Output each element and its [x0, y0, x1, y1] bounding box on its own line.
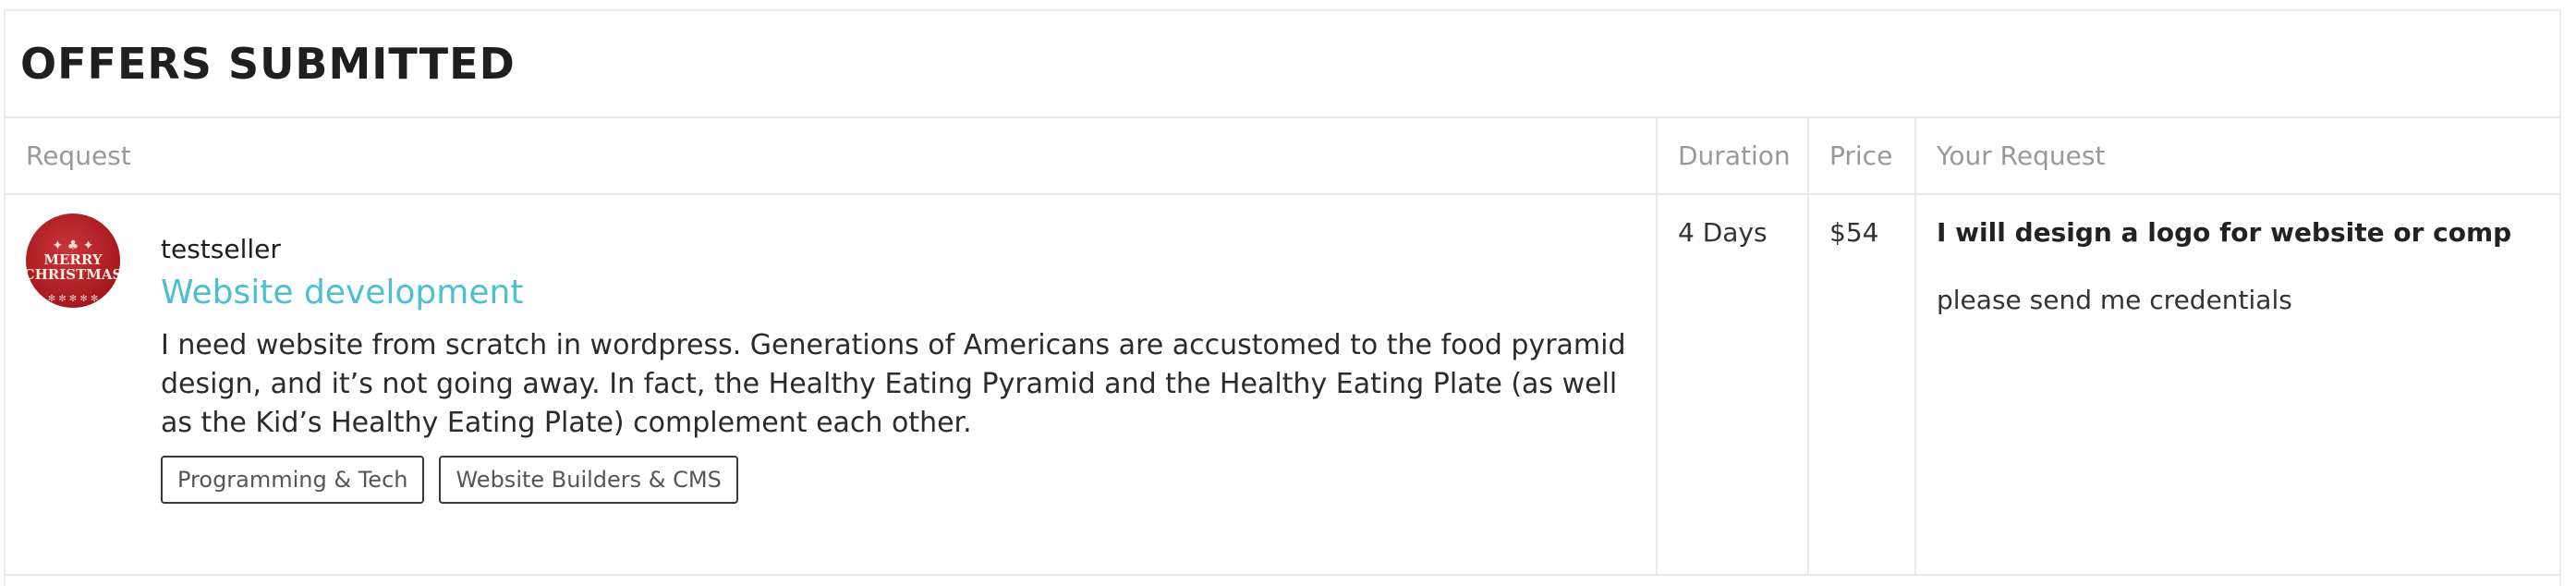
tree-icon: ✦ ♣ ✦ — [52, 238, 94, 253]
your-request-title: I will design a logo for website or comp — [1937, 217, 2512, 248]
category-tags: Programming & Tech Website Builders & CM… — [161, 456, 1635, 504]
seller-username[interactable]: testseller — [161, 234, 1635, 264]
offers-panel: OFFERS SUBMITTED Request Duration Price … — [4, 9, 2561, 586]
column-header-price: Price — [1807, 118, 1915, 195]
snowflake-icon: ✻ ✼ ✻ ✼ ✻ — [47, 294, 99, 304]
column-header-your-request: Your Request — [1914, 118, 2559, 195]
tag-website-builders-cms[interactable]: Website Builders & CMS — [439, 456, 738, 504]
duration-cell: 4 Days — [1656, 194, 1808, 576]
tag-programming-tech[interactable]: Programming & Tech — [161, 456, 425, 504]
request-description: I need website from scratch in wordpress… — [161, 329, 1626, 439]
request-title-link[interactable]: Website development — [161, 274, 1635, 311]
avatar-text-line2: CHRISTMAS — [26, 266, 120, 283]
table-header-row: Request Duration Price Your Request — [6, 118, 2559, 195]
column-header-request: Request — [6, 118, 1657, 195]
avatar[interactable]: ✦ ♣ ✦ MERRY CHRISTMAS ✻ ✼ ✻ ✼ ✻ — [26, 214, 120, 308]
your-request-message: please send me credentials — [1937, 285, 2292, 315]
offers-table: Request Duration Price Your Request ✦ ♣ … — [6, 118, 2559, 576]
section-title: OFFERS SUBMITTED — [20, 39, 516, 89]
column-header-duration: Duration — [1656, 118, 1808, 195]
section-header: OFFERS SUBMITTED — [6, 11, 2559, 118]
price-cell: $54 — [1807, 194, 1915, 576]
request-cell: ✦ ♣ ✦ MERRY CHRISTMAS ✻ ✼ ✻ ✼ ✻ testsell… — [6, 194, 1657, 576]
your-request-cell: I will design a logo for website or comp… — [1914, 194, 2559, 576]
request-body: testseller Website development I need we… — [161, 215, 1635, 504]
avatar-text-line1: MERRY — [43, 251, 103, 268]
table-row: ✦ ♣ ✦ MERRY CHRISTMAS ✻ ✼ ✻ ✼ ✻ testsell… — [6, 194, 2559, 576]
